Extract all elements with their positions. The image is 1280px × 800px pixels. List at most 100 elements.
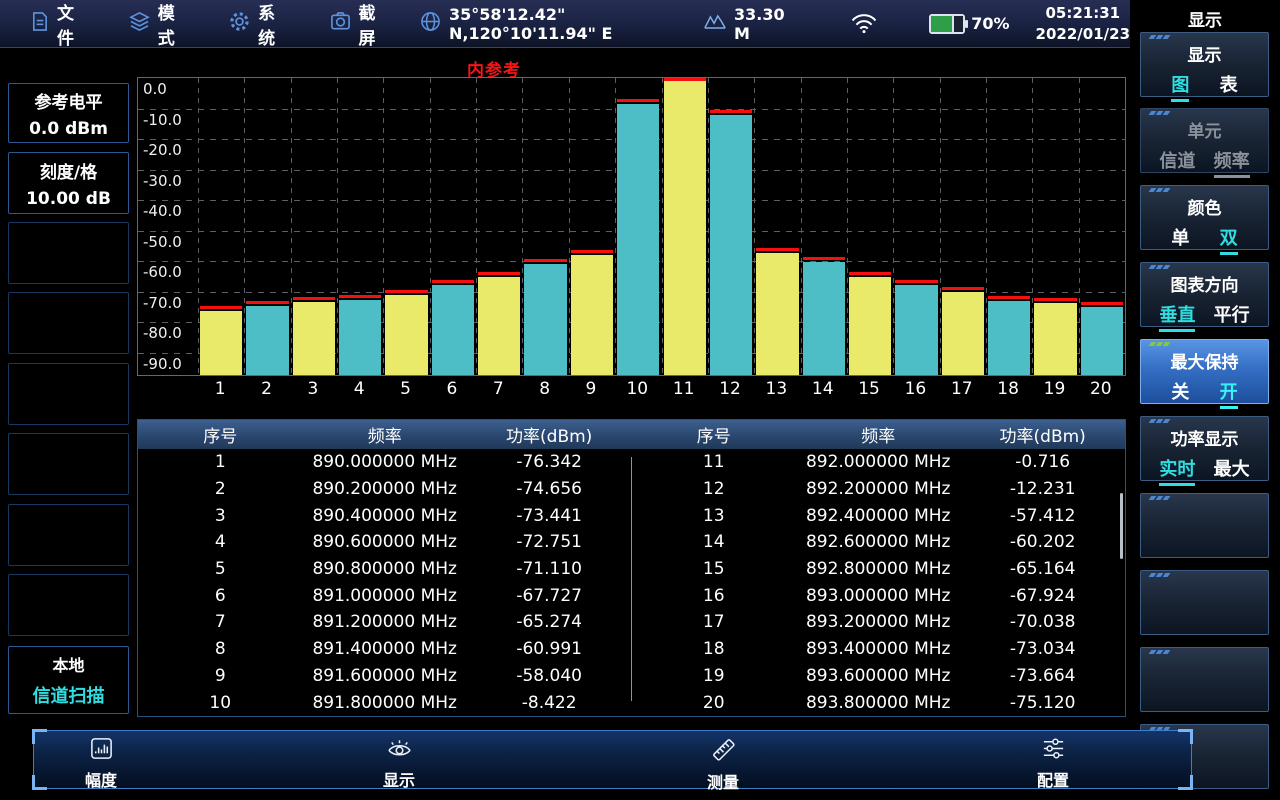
table-cell: 8 <box>138 639 302 659</box>
y-tick-label: -60.0 <box>143 263 182 281</box>
table-cell: 15 <box>632 559 796 579</box>
option-selected[interactable]: 开 <box>1220 378 1238 409</box>
table-cell: 891.800000 MHz <box>302 693 466 713</box>
x-tick-label: 16 <box>892 379 938 399</box>
max-hold-cap <box>293 297 335 300</box>
altitude-icon <box>703 12 727 35</box>
datetime: 05:21:31 2022/01/23 <box>1036 3 1130 45</box>
bar <box>200 311 242 375</box>
eye-icon <box>385 736 414 765</box>
menu-item-label: 截屏 <box>359 0 384 49</box>
device-screen: 文件 模式 系统 截屏 35°58'12.42" N,120°10'11.94"… <box>0 0 1280 800</box>
gear-icon <box>229 11 250 37</box>
softkey-empty <box>8 363 129 425</box>
table-row: 7891.200000 MHz-65.274 <box>138 609 632 636</box>
corner-slashes-decoration <box>1150 419 1169 423</box>
table-row: 13892.400000 MHz-57.412 <box>632 502 1126 529</box>
table-cell: -67.727 <box>467 586 631 606</box>
menu-item-mode[interactable]: 模式 <box>129 0 183 49</box>
button-title: 单元 <box>1141 117 1268 142</box>
menu-item-screenshot[interactable]: 截屏 <box>330 0 384 49</box>
tab-label: 显示 <box>383 767 415 791</box>
max-hold-cap <box>478 272 520 275</box>
grid-line <box>244 78 245 375</box>
ref-level-label: 参考电平 <box>9 88 128 113</box>
x-tick-label: 7 <box>475 379 521 399</box>
button-options: 实时最大 <box>1141 455 1268 486</box>
table-cell: 3 <box>138 506 302 526</box>
softkey-local-scan[interactable]: 本地 信道扫描 <box>8 646 129 714</box>
y-tick-label: -50.0 <box>143 233 182 251</box>
max-hold-cap <box>339 295 381 298</box>
plot-area: 0.0-10.0-20.0-30.0-40.0-50.0-60.0-70.0-8… <box>137 77 1126 376</box>
button-options: 图表 <box>1141 71 1268 102</box>
option-selected[interactable]: 双 <box>1220 224 1238 255</box>
option-unselected[interactable]: 表 <box>1220 71 1238 102</box>
option-unselected[interactable]: 单 <box>1171 224 1189 255</box>
option-selected: 频率 <box>1214 147 1250 178</box>
table-cell: 18 <box>632 639 796 659</box>
menu-item-label: 系统 <box>258 0 283 49</box>
grid-line <box>522 78 523 375</box>
button-options: 垂直平行 <box>1141 301 1268 332</box>
table-cell: -58.040 <box>467 666 631 686</box>
table-cell: 892.800000 MHz <box>796 559 960 579</box>
table-cell: -73.664 <box>960 666 1124 686</box>
table-header-group: 序号频率功率(dBm) <box>138 422 632 447</box>
table-row: 2890.200000 MHz-74.656 <box>138 476 632 503</box>
table-cell: 893.800000 MHz <box>796 693 960 713</box>
tab-amplitude[interactable]: 幅度 <box>46 736 156 791</box>
table-cell: 20 <box>632 693 796 713</box>
grid-line <box>940 78 941 375</box>
option-unselected[interactable]: 最大 <box>1214 455 1250 486</box>
softkey-ref-level[interactable]: 参考电平 0.0 dBm <box>8 83 129 143</box>
max-hold-cap <box>1081 302 1123 305</box>
bar-chart-icon <box>89 736 114 765</box>
bar <box>942 292 984 375</box>
table-cell: 893.400000 MHz <box>796 639 960 659</box>
table-body: 1890.000000 MHz-76.3422890.200000 MHz-74… <box>138 449 1125 716</box>
sidebar-button-color[interactable]: 颜色单双 <box>1140 185 1269 250</box>
table-cell: -71.110 <box>467 559 631 579</box>
button-title: 颜色 <box>1141 194 1268 219</box>
tab-measure[interactable]: 测量 <box>668 736 778 793</box>
option-unselected: 信道 <box>1159 147 1195 178</box>
option-selected[interactable]: 垂直 <box>1159 301 1195 332</box>
tab-configure[interactable]: 配置 <box>998 736 1108 791</box>
table-cell: 6 <box>138 586 302 606</box>
sidebar-button-empty <box>1140 493 1269 558</box>
table-cell: 893.000000 MHz <box>796 586 960 606</box>
softkey-scale[interactable]: 刻度/格 10.00 dB <box>8 152 129 214</box>
x-tick-label: 8 <box>521 379 567 399</box>
option-selected[interactable]: 图 <box>1171 71 1189 102</box>
max-hold-cap <box>710 110 752 113</box>
sidebar-button-display-type[interactable]: 显示图表 <box>1140 32 1269 97</box>
table-scrollbar[interactable] <box>1120 493 1123 559</box>
option-selected[interactable]: 实时 <box>1159 455 1195 486</box>
table-cell: 893.200000 MHz <box>796 612 960 632</box>
bar <box>293 302 335 375</box>
max-hold-cap <box>942 287 984 290</box>
option-unselected[interactable]: 平行 <box>1214 301 1250 332</box>
tab-display[interactable]: 显示 <box>344 736 454 791</box>
grid-line <box>893 78 894 375</box>
grid-line <box>337 78 338 375</box>
x-tick-label: 9 <box>568 379 614 399</box>
table-cell: -70.038 <box>960 612 1124 632</box>
button-title: 功率显示 <box>1141 425 1268 450</box>
table-row: 19893.600000 MHz-73.664 <box>632 663 1126 690</box>
x-tick-label: 10 <box>614 379 660 399</box>
menu-item-system[interactable]: 系统 <box>229 0 283 49</box>
sidebar-button-max-hold[interactable]: 最大保持关开 <box>1140 339 1269 404</box>
max-hold-cap <box>1034 298 1076 301</box>
wifi-icon <box>851 13 877 34</box>
y-tick-label: -70.0 <box>143 294 182 312</box>
menu-item-file[interactable]: 文件 <box>30 0 83 49</box>
grid-line <box>476 78 477 375</box>
corner-accent <box>1178 729 1193 744</box>
x-tick-label: 13 <box>753 379 799 399</box>
sidebar-button-power-display[interactable]: 功率显示实时最大 <box>1140 416 1269 481</box>
y-tick-label: -20.0 <box>143 141 182 159</box>
sidebar-button-chart-orientation[interactable]: 图表方向垂直平行 <box>1140 262 1269 327</box>
option-unselected[interactable]: 关 <box>1171 378 1189 409</box>
